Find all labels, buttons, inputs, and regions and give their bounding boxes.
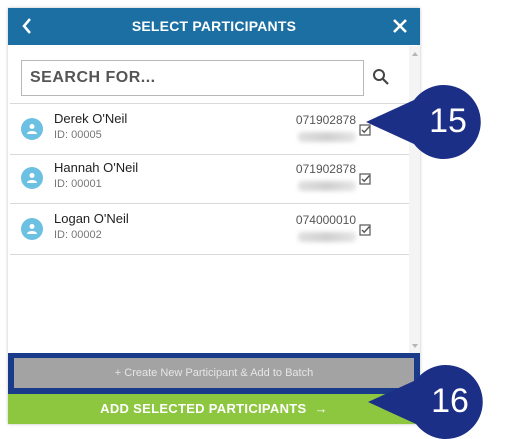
person-icon [27,173,37,183]
person-icon [27,124,37,134]
callout-15: 15 [364,84,496,160]
participant-list: Derek O'Neil ID: 00005 071902878 Hannah … [10,103,409,356]
participant-name: Logan O'Neil [54,211,129,226]
avatar [21,167,43,189]
participant-name: Derek O'Neil [54,111,128,126]
participant-id: ID: 00002 [54,229,102,241]
participant-phone: 071902878 [295,162,356,176]
redacted-text [298,232,356,242]
scroll-down-icon[interactable] [412,344,418,348]
dialog-header: SELECT PARTICIPANTS [8,8,420,45]
list-item[interactable]: Logan O'Neil ID: 00002 074000010 [10,204,409,255]
arrow-right-icon: → [314,401,328,416]
search-input[interactable] [21,60,364,96]
chevron-left-icon[interactable] [20,14,40,38]
add-selected-label: ADD SELECTED PARTICIPANTS [100,401,307,416]
create-participant-button[interactable]: + Create New Participant & Add to Batch [14,358,414,388]
redacted-text [298,132,356,142]
callout-number: 16 [431,382,469,420]
checkbox-checked-icon[interactable] [359,223,371,236]
page-title: SELECT PARTICIPANTS [131,18,297,34]
list-item[interactable]: Derek O'Neil ID: 00005 071902878 [10,103,409,155]
participant-id: ID: 00005 [54,129,102,141]
select-participants-dialog: SELECT PARTICIPANTS Derek O'Neil ID: 000… [8,8,420,424]
close-icon[interactable] [388,14,412,38]
list-item[interactable]: Hannah O'Neil ID: 00001 071902878 [10,153,409,204]
create-participant-highlight: + Create New Participant & Add to Batch [8,353,420,394]
participant-name: Hannah O'Neil [54,160,139,175]
participant-phone: 071902878 [295,113,356,127]
callout-number: 15 [429,102,467,140]
add-selected-participants-button[interactable]: ADD SELECTED PARTICIPANTS → [8,394,420,424]
scroll-up-icon[interactable] [412,52,418,56]
person-icon [27,224,37,234]
avatar [21,118,43,140]
callout-16: 16 [366,364,498,439]
avatar [21,218,43,240]
participant-id: ID: 00001 [54,178,102,190]
redacted-text [298,181,356,191]
checkbox-checked-icon[interactable] [359,172,371,185]
participant-phone: 074000010 [295,213,356,227]
